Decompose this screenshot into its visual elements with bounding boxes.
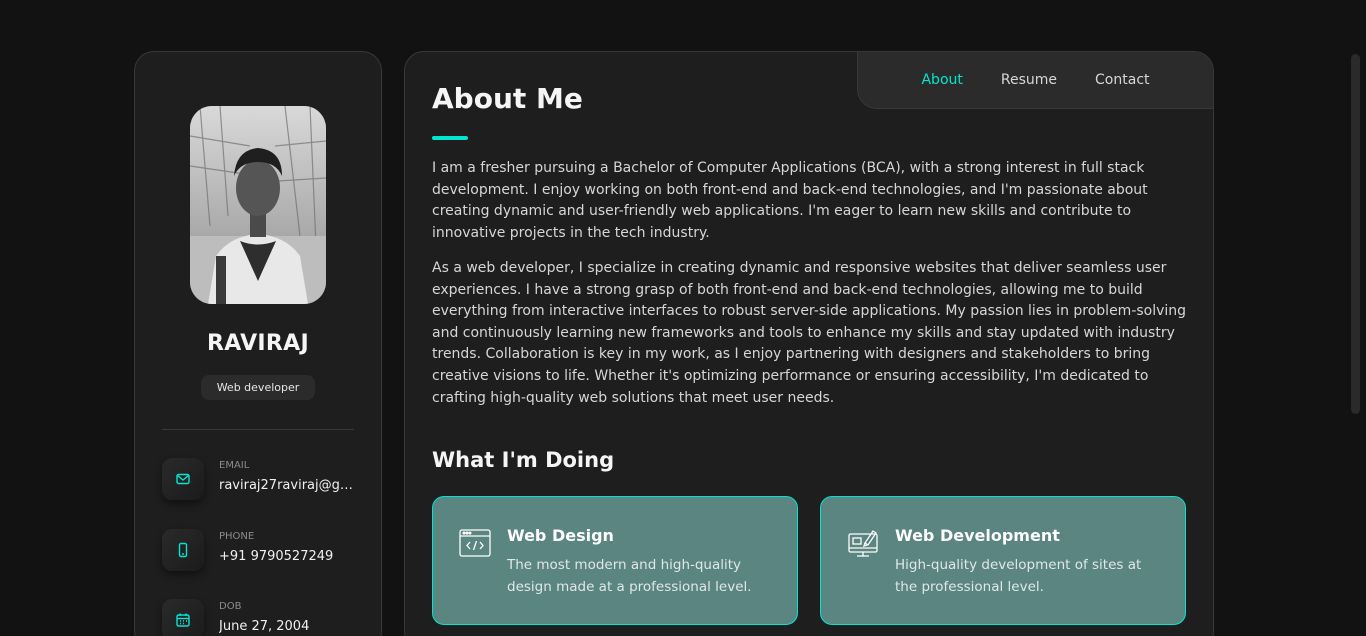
nav-contact[interactable]: Contact [1076,72,1168,88]
page-title: About Me [432,82,583,115]
services-title: What I'm Doing [432,448,615,472]
service-card-web-design: Web Design The most modern and high-qual… [432,496,798,625]
contact-phone-value[interactable]: +91 9790527249 [219,549,354,564]
scrollbar[interactable] [1351,54,1360,414]
contact-phone-title: Phone [219,531,255,542]
nav-resume[interactable]: Resume [982,72,1076,88]
web-development-icon [846,526,880,560]
calendar-icon [162,599,204,636]
service-card-web-development: Web Development High-quality development… [820,496,1186,625]
sidebar: RAVIRAJ Web developer Email raviraj27rav… [134,51,382,636]
web-design-icon [458,526,492,560]
contact-email-title: Email [219,460,250,471]
avatar [190,106,326,304]
service-title-web-development: Web Development [895,526,1060,545]
phone-icon [162,529,204,571]
contact-dob: DOB June 27, 2004 [162,599,362,636]
service-text-web-design: The most modern and high-quality design … [507,557,752,595]
contact-dob-value: June 27, 2004 [219,619,310,634]
profile-name: RAVIRAJ [207,331,309,356]
service-text-web-development: High-quality development of sites at the… [895,557,1142,595]
about-paragraph-2: As a web developer, I specialize in crea… [432,260,1187,406]
contact-email-value[interactable]: raviraj27raviraj@gm... [219,478,354,493]
sidebar-separator [162,429,354,430]
nav-about[interactable]: About [902,72,981,88]
about-paragraph-1: I am a fresher pursuing a Bachelor of Co… [432,160,1148,241]
role-badge: Web developer [201,375,315,400]
contact-dob-title: DOB [219,601,242,612]
service-title-web-design: Web Design [507,526,614,545]
portfolio-page: RAVIRAJ Web developer Email raviraj27rav… [0,0,1366,636]
title-underline [432,136,468,140]
contact-phone: Phone +91 9790527249 [162,529,362,573]
mail-icon [162,458,204,500]
navbar: About Resume Contact [857,52,1213,109]
contact-email: Email raviraj27raviraj@gm... [162,458,362,502]
main-content: About Resume Contact About Me I am a fre… [404,51,1214,636]
avatar-photo [190,106,326,304]
